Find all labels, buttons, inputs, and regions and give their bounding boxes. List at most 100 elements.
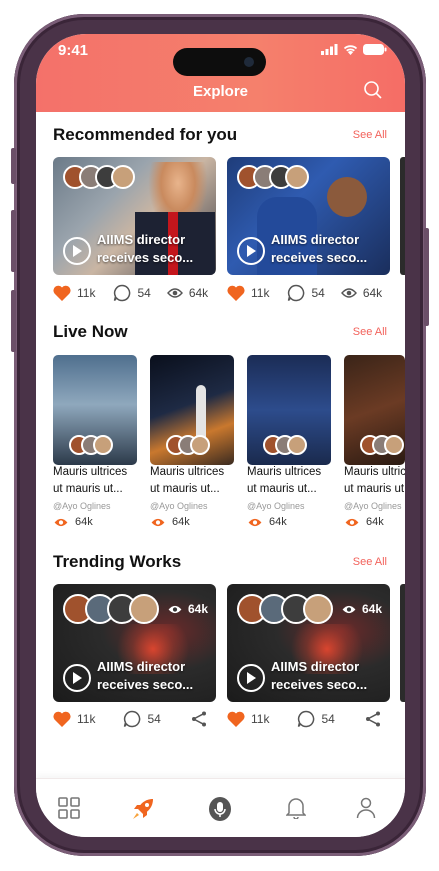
trending-see-all[interactable]: See All bbox=[353, 556, 387, 568]
phone-button-left-3 bbox=[11, 290, 16, 352]
play-icon bbox=[73, 245, 82, 257]
play-button[interactable] bbox=[237, 664, 265, 692]
live-card-user: @Ayo Oglines bbox=[53, 501, 111, 511]
eye-icon bbox=[248, 518, 262, 526]
avatar-group bbox=[63, 594, 159, 624]
comments-count: 54 bbox=[321, 712, 335, 726]
avatar-group bbox=[360, 435, 404, 455]
wifi-icon bbox=[343, 45, 358, 55]
live-card[interactable] bbox=[344, 355, 405, 465]
likes-count: 11k bbox=[77, 712, 96, 726]
live-card[interactable] bbox=[247, 355, 331, 465]
eye-icon bbox=[340, 288, 357, 298]
trending-card[interactable]: 64k AIIMS director receives seco... bbox=[227, 584, 390, 702]
avatar-group bbox=[166, 435, 210, 455]
trending-card[interactable]: 64k AIIMS director receives seco... bbox=[53, 584, 216, 702]
trending-title: Trending Works bbox=[53, 552, 182, 571]
comment-icon[interactable] bbox=[113, 284, 131, 302]
live-card-user: @Ayo Oglines bbox=[247, 501, 305, 511]
next-card-peek bbox=[400, 157, 405, 275]
recommended-card[interactable]: AIIMS director receives seco... bbox=[227, 157, 390, 275]
comments-count: 54 bbox=[311, 286, 325, 300]
play-icon bbox=[247, 245, 256, 257]
signal-icon bbox=[321, 44, 338, 55]
live-now-title: Live Now bbox=[53, 322, 128, 341]
avatar bbox=[303, 594, 333, 624]
heart-icon[interactable] bbox=[227, 711, 245, 727]
heart-icon[interactable] bbox=[53, 285, 71, 301]
avatar-group bbox=[237, 594, 333, 624]
card-stats: 11k 54 64k bbox=[227, 284, 382, 302]
card-caption: AIIMS director receives seco... bbox=[97, 659, 194, 692]
live-card-title: Mauris ultricesut mauris ut... bbox=[247, 466, 322, 495]
status-icons bbox=[321, 44, 387, 55]
bell-icon[interactable] bbox=[286, 797, 306, 819]
likes-count: 11k bbox=[251, 712, 270, 726]
card-views: 64k bbox=[341, 602, 382, 616]
phone-button-right bbox=[424, 228, 429, 326]
eye-icon bbox=[342, 605, 356, 613]
play-button[interactable] bbox=[237, 237, 265, 265]
recommended-see-all[interactable]: See All bbox=[353, 129, 387, 141]
eye-icon bbox=[168, 605, 182, 613]
rocket-icon[interactable] bbox=[131, 797, 155, 821]
heart-icon[interactable] bbox=[227, 285, 245, 301]
microphone-icon[interactable] bbox=[208, 797, 232, 823]
status-time: 9:41 bbox=[58, 42, 89, 59]
search-icon[interactable] bbox=[363, 80, 383, 100]
avatar bbox=[111, 165, 135, 189]
comment-icon[interactable] bbox=[297, 710, 315, 728]
eye-icon bbox=[166, 288, 183, 298]
grid-icon[interactable] bbox=[58, 797, 80, 819]
live-card-views: 64k bbox=[247, 516, 287, 528]
profile-icon[interactable] bbox=[356, 797, 376, 819]
share-icon[interactable] bbox=[191, 711, 207, 727]
avatar bbox=[285, 165, 309, 189]
comments-count: 54 bbox=[137, 286, 151, 300]
heart-icon[interactable] bbox=[53, 711, 71, 727]
card-caption: AIIMS director receives seco... bbox=[271, 232, 368, 265]
play-button[interactable] bbox=[63, 664, 91, 692]
card-stats: 11k 54 bbox=[53, 710, 207, 728]
recommended-card[interactable]: AIIMS director receives seco... bbox=[53, 157, 216, 275]
eye-icon bbox=[54, 518, 68, 526]
card-caption: AIIMS director receives seco... bbox=[271, 659, 368, 692]
live-card-user: @Ayo Oglines bbox=[344, 501, 402, 511]
app-screen: 9:41 Explore Recommended for you See All… bbox=[36, 34, 405, 837]
page-title: Explore bbox=[192, 83, 249, 100]
live-card-user: @Ayo Oglines bbox=[150, 501, 208, 511]
comments-count: 54 bbox=[147, 712, 161, 726]
card-caption: AIIMS director receives seco... bbox=[97, 232, 194, 265]
phone-button-left-2 bbox=[11, 210, 16, 272]
eye-icon bbox=[151, 518, 165, 526]
bottom-navbar bbox=[36, 778, 405, 837]
avatar-group bbox=[63, 165, 135, 189]
play-icon bbox=[73, 672, 82, 684]
likes-count: 11k bbox=[251, 286, 270, 300]
phone-button-left-1 bbox=[11, 148, 16, 184]
live-card-views: 64k bbox=[344, 516, 384, 528]
comment-icon[interactable] bbox=[123, 710, 141, 728]
live-card[interactable] bbox=[150, 355, 234, 465]
live-card-title: Mauris ultricesut mauris ut... bbox=[344, 466, 405, 495]
views-count: 64k bbox=[188, 286, 209, 300]
play-button[interactable] bbox=[63, 237, 91, 265]
battery-icon bbox=[363, 44, 387, 55]
eye-icon bbox=[345, 518, 359, 526]
avatar-group bbox=[69, 435, 113, 455]
live-card[interactable] bbox=[53, 355, 137, 465]
live-card-views: 64k bbox=[150, 516, 190, 528]
card-views: 64k bbox=[167, 602, 208, 616]
header: 9:41 Explore bbox=[36, 34, 405, 112]
share-icon[interactable] bbox=[365, 711, 381, 727]
live-now-see-all[interactable]: See All bbox=[353, 326, 387, 338]
avatar bbox=[129, 594, 159, 624]
card-stats: 11k 54 bbox=[227, 710, 381, 728]
live-card-views: 64k bbox=[53, 516, 93, 528]
avatar-group bbox=[237, 165, 309, 189]
live-card-title: Mauris ultricesut mauris ut... bbox=[150, 466, 225, 495]
comment-icon[interactable] bbox=[287, 284, 305, 302]
card-stats: 11k 54 64k bbox=[53, 284, 208, 302]
next-card-peek bbox=[400, 584, 405, 702]
recommended-title: Recommended for you bbox=[53, 125, 238, 144]
